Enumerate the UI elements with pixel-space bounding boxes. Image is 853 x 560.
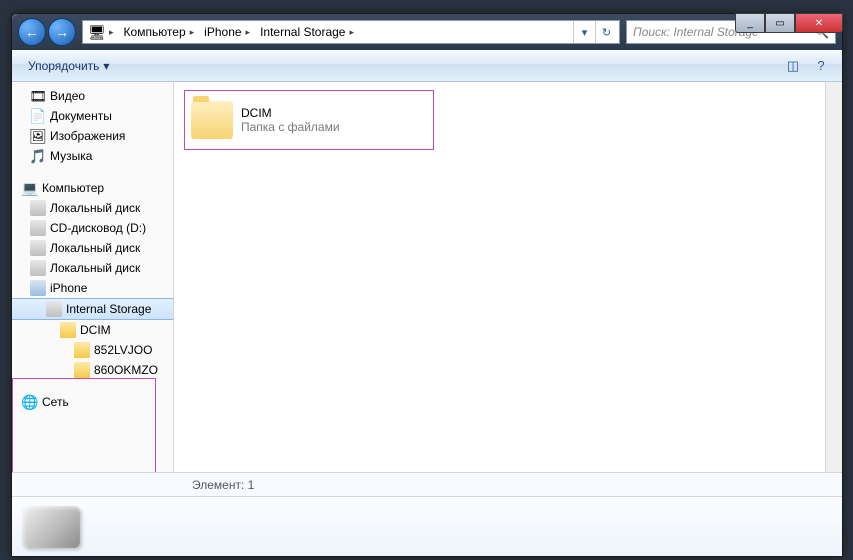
forward-button[interactable]: → [48,18,76,46]
sidebar-item-internal-storage[interactable]: Internal Storage [12,298,173,320]
sidebar-item-network[interactable]: 🌐Сеть [12,392,173,412]
scrollbar-vertical[interactable] [825,82,842,472]
sidebar: 🎞Видео 📄Документы 🖼Изображения 🎵Музыка 💻… [12,82,174,472]
folder-subtitle: Папка с файлами [241,120,340,134]
sidebar-item-local-disk[interactable]: Локальный диск [12,198,173,218]
chevron-right-icon: ▸ [107,27,116,38]
drive-icon [30,240,46,256]
phone-icon [30,280,46,296]
sidebar-item-images[interactable]: 🖼Изображения [12,126,173,146]
sidebar-item-video[interactable]: 🎞Видео [12,86,173,106]
computer-icon: 💻 [22,180,38,196]
folder-name: DCIM [241,106,340,120]
status-bar: Элемент: 1 [12,472,842,496]
chevron-right-icon: ▸ [347,27,356,38]
toolbar-right: ◫ ? [780,54,834,78]
breadcrumb-root[interactable]: 🖥▸ [85,24,120,40]
sidebar-item-cd-drive[interactable]: CD-дисковод (D:) [12,218,173,238]
video-icon: 🎞 [30,88,46,104]
folder-icon [60,322,76,338]
music-icon: 🎵 [30,148,46,164]
computer-icon: 🖥 [89,24,105,40]
breadcrumb-internal-storage[interactable]: Internal Storage▸ [256,25,360,39]
drive-icon [22,506,80,548]
sidebar-item-dcim[interactable]: DCIM [12,320,173,340]
chevron-down-icon: ▾ [103,59,109,73]
address-bar-buttons: ▾ ↻ [573,21,617,43]
view-button[interactable]: ◫ [780,54,806,78]
refresh-button[interactable]: ↻ [595,21,617,43]
minimize-button[interactable]: _ [735,13,765,33]
sidebar-item-computer[interactable]: 💻Компьютер [12,178,173,198]
sidebar-item-local-disk[interactable]: Локальный диск [12,238,173,258]
explorer-window: _ ▭ ✕ ← → 🖥▸ Компьютер▸ iPhone▸ Internal… [11,13,843,557]
sidebar-item-documents[interactable]: 📄Документы [12,106,173,126]
breadcrumb-computer[interactable]: Компьютер▸ [120,25,201,39]
image-icon: 🖼 [30,128,46,144]
sidebar-item-iphone[interactable]: iPhone [12,278,173,298]
folder-icon [74,342,90,358]
chevron-right-icon: ▸ [244,27,253,38]
storage-icon [46,301,62,317]
drive-icon [30,200,46,216]
folder-info: DCIM Папка с файлами [241,106,340,134]
sidebar-item-subfolder[interactable]: 860OKMZO [12,360,173,380]
document-icon: 📄 [30,108,46,124]
close-button[interactable]: ✕ [795,13,843,33]
status-text: Элемент: 1 [192,478,254,492]
maximize-button[interactable]: ▭ [765,13,795,33]
organize-button[interactable]: Упорядочить ▾ [20,55,117,77]
details-pane [12,496,842,556]
help-button[interactable]: ? [808,54,834,78]
sidebar-item-local-disk[interactable]: Локальный диск [12,258,173,278]
address-dropdown-button[interactable]: ▾ [573,21,595,43]
back-button[interactable]: ← [18,18,46,46]
body-area: 🎞Видео 📄Документы 🖼Изображения 🎵Музыка 💻… [12,82,842,472]
address-bar[interactable]: 🖥▸ Компьютер▸ iPhone▸ Internal Storage▸ … [82,20,620,44]
drive-icon [30,260,46,276]
sidebar-item-music[interactable]: 🎵Музыка [12,146,173,166]
network-icon: 🌐 [22,394,38,410]
chevron-right-icon: ▸ [188,27,197,38]
content-area[interactable]: DCIM Папка с файлами [174,82,825,472]
cd-icon [30,220,46,236]
folder-item-dcim[interactable]: DCIM Папка с файлами [184,90,434,150]
nav-row: ← → 🖥▸ Компьютер▸ iPhone▸ Internal Stora… [12,14,842,50]
sidebar-item-subfolder[interactable]: 852LVJOO [12,340,173,360]
toolbar: Упорядочить ▾ ◫ ? [12,50,842,82]
window-controls: _ ▭ ✕ [735,13,843,33]
folder-icon [191,101,233,139]
folder-icon [74,362,90,378]
nav-buttons: ← → [18,18,76,46]
breadcrumb-iphone[interactable]: iPhone▸ [200,25,256,39]
